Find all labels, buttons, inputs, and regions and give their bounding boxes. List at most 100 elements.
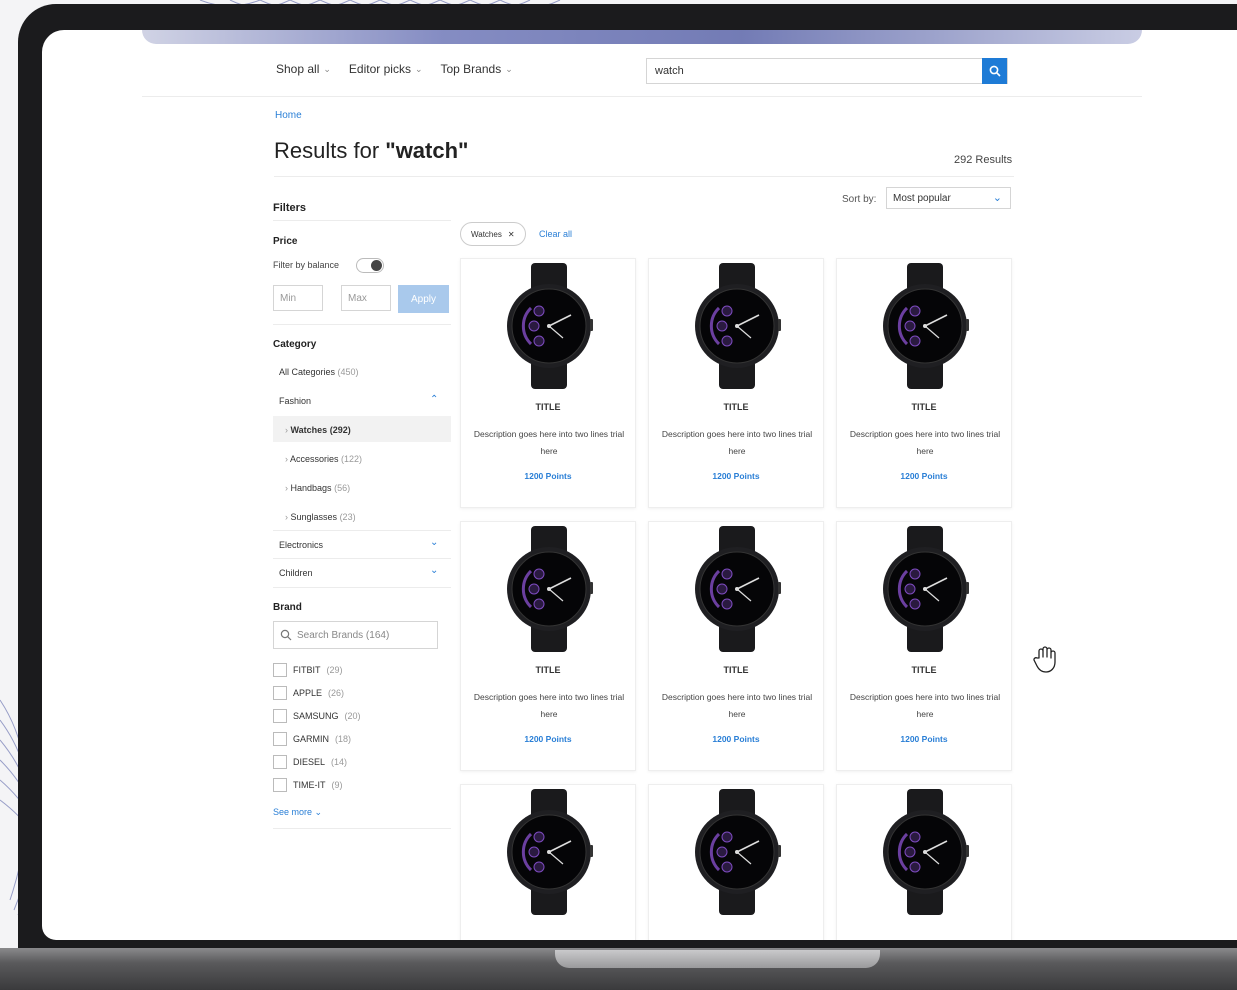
checkbox[interactable] xyxy=(273,663,287,677)
product-card[interactable]: TITLE Description goes here into two lin… xyxy=(836,258,1012,508)
category-handbags[interactable]: › Handbags (56) xyxy=(285,483,350,493)
category-heading: Category xyxy=(273,339,317,350)
category-children[interactable]: Children xyxy=(279,568,313,578)
product-description: Description goes here into two lines tri… xyxy=(473,692,625,719)
brand-search-input[interactable]: Search Brands (164) xyxy=(273,621,438,649)
results-count: 292 Results xyxy=(954,154,1013,166)
hand-cursor-icon xyxy=(1033,646,1056,673)
brand-heading: Brand xyxy=(273,602,302,613)
checkbox[interactable] xyxy=(273,755,287,769)
category-all[interactable]: All Categories (450) xyxy=(279,367,359,377)
divider xyxy=(273,587,451,588)
filters-heading: Filters xyxy=(273,202,307,214)
search-icon xyxy=(280,629,292,641)
watch-product-image xyxy=(507,789,593,915)
sort-dropdown[interactable]: Most popular ⌄ xyxy=(886,187,1011,209)
filter-by-balance-toggle[interactable] xyxy=(356,258,384,273)
brand-checkbox-apple[interactable]: APPLE (26) xyxy=(273,686,344,700)
laptop-hinge-notch xyxy=(555,950,880,968)
product-price: 1200 Points xyxy=(524,471,572,481)
product-title: TITLE xyxy=(911,402,937,412)
category-electronics[interactable]: Electronics xyxy=(279,540,323,550)
see-more-brands-link[interactable]: See more ⌄ xyxy=(273,807,322,818)
product-description: Description goes here into two lines tri… xyxy=(849,692,1001,719)
search-bar[interactable]: watch ✕ xyxy=(646,58,1008,84)
chevron-up-icon[interactable]: ⌃ xyxy=(430,394,438,405)
product-card[interactable]: TITLE Description goes here into two lin… xyxy=(460,258,636,508)
product-description: Description goes here into two lines tri… xyxy=(849,429,1001,456)
brand-checkbox-garmin[interactable]: GARMIN (18) xyxy=(273,732,351,746)
laptop-screen: Shop all ⌄ Editor picks ⌄ Top Brands ⌄ watc… xyxy=(42,30,1237,940)
apply-price-button[interactable]: Apply xyxy=(398,285,449,313)
product-title: TITLE xyxy=(911,665,937,675)
nav-editor-picks[interactable]: Editor picks ⌄ xyxy=(349,62,423,76)
chevron-down-icon: ⌄ xyxy=(992,192,1002,204)
divider xyxy=(273,530,451,531)
divider xyxy=(274,176,1014,177)
top-nav: Shop all ⌄ Editor picks ⌄ Top Brands ⌄ xyxy=(276,62,513,76)
browser-chrome xyxy=(142,30,1142,44)
sort-label: Sort by: xyxy=(842,194,877,205)
product-card[interactable] xyxy=(836,784,1012,940)
product-description: Description goes here into two lines tri… xyxy=(661,429,813,456)
product-price: 1200 Points xyxy=(712,471,760,481)
category-sunglasses[interactable]: › Sunglasses (23) xyxy=(285,512,356,522)
product-card[interactable]: TITLE Description goes here into two lin… xyxy=(460,521,636,771)
product-price: 1200 Points xyxy=(900,471,948,481)
brand-checkbox-fitbit[interactable]: FITBIT (29) xyxy=(273,663,343,677)
active-filter-chip[interactable]: Watches ✕ xyxy=(460,222,526,246)
watch-product-image xyxy=(695,526,781,652)
divider xyxy=(273,220,451,221)
brand-checkbox-samsung[interactable]: SAMSUNG (20) xyxy=(273,709,361,723)
product-card[interactable]: TITLE Description goes here into two lin… xyxy=(648,258,824,508)
clear-all-filters-link[interactable]: Clear all xyxy=(539,229,572,239)
subitem-marker: › xyxy=(285,425,288,435)
product-title: TITLE xyxy=(723,402,749,412)
subitem-marker: › xyxy=(285,454,288,464)
product-price: 1200 Points xyxy=(712,734,760,744)
watch-product-image xyxy=(883,526,969,652)
product-description: Description goes here into two lines tri… xyxy=(661,692,813,719)
product-title: TITLE xyxy=(535,402,561,412)
page-title: Results for "watch" xyxy=(274,138,469,163)
category-watches[interactable]: › Watches (292) xyxy=(285,425,351,435)
price-min-input[interactable]: Min xyxy=(273,285,323,311)
brand-checkbox-diesel[interactable]: DIESEL (14) xyxy=(273,755,347,769)
watch-product-image xyxy=(507,263,593,389)
divider xyxy=(273,828,451,829)
divider xyxy=(142,96,1142,97)
search-input[interactable]: watch xyxy=(647,65,987,77)
category-fashion[interactable]: Fashion xyxy=(279,396,311,406)
product-card[interactable]: TITLE Description goes here into two lin… xyxy=(836,521,1012,771)
product-price: 1200 Points xyxy=(524,734,572,744)
checkbox[interactable] xyxy=(273,732,287,746)
checkbox[interactable] xyxy=(273,686,287,700)
watch-product-image xyxy=(507,526,593,652)
product-card[interactable] xyxy=(460,784,636,940)
price-heading: Price xyxy=(273,236,298,247)
breadcrumb-home[interactable]: Home xyxy=(275,110,302,121)
chevron-down-icon[interactable]: ⌄ xyxy=(430,537,438,548)
search-button[interactable] xyxy=(982,58,1007,84)
brand-checkbox-time-it[interactable]: TIME-IT (9) xyxy=(273,778,343,792)
nav-top-brands[interactable]: Top Brands ⌄ xyxy=(441,62,513,76)
product-card[interactable] xyxy=(648,784,824,940)
checkbox[interactable] xyxy=(273,778,287,792)
chevron-down-icon[interactable]: ⌄ xyxy=(430,565,438,576)
chevron-down-icon: ⌄ xyxy=(314,807,323,817)
category-accessories[interactable]: › Accessories (122) xyxy=(285,454,362,464)
product-title: TITLE xyxy=(723,665,749,675)
watch-product-image xyxy=(695,263,781,389)
price-max-input[interactable]: Max xyxy=(341,285,391,311)
chevron-down-icon: ⌄ xyxy=(323,63,331,74)
divider xyxy=(273,558,451,559)
search-icon xyxy=(989,65,1001,77)
watch-product-image xyxy=(695,789,781,915)
subitem-marker: › xyxy=(285,483,288,493)
close-icon[interactable]: ✕ xyxy=(508,230,515,239)
product-price: 1200 Points xyxy=(900,734,948,744)
product-card[interactable]: TITLE Description goes here into two lin… xyxy=(648,521,824,771)
checkbox[interactable] xyxy=(273,709,287,723)
filter-by-balance-label: Filter by balance xyxy=(273,260,340,270)
nav-shop-all[interactable]: Shop all ⌄ xyxy=(276,62,331,76)
